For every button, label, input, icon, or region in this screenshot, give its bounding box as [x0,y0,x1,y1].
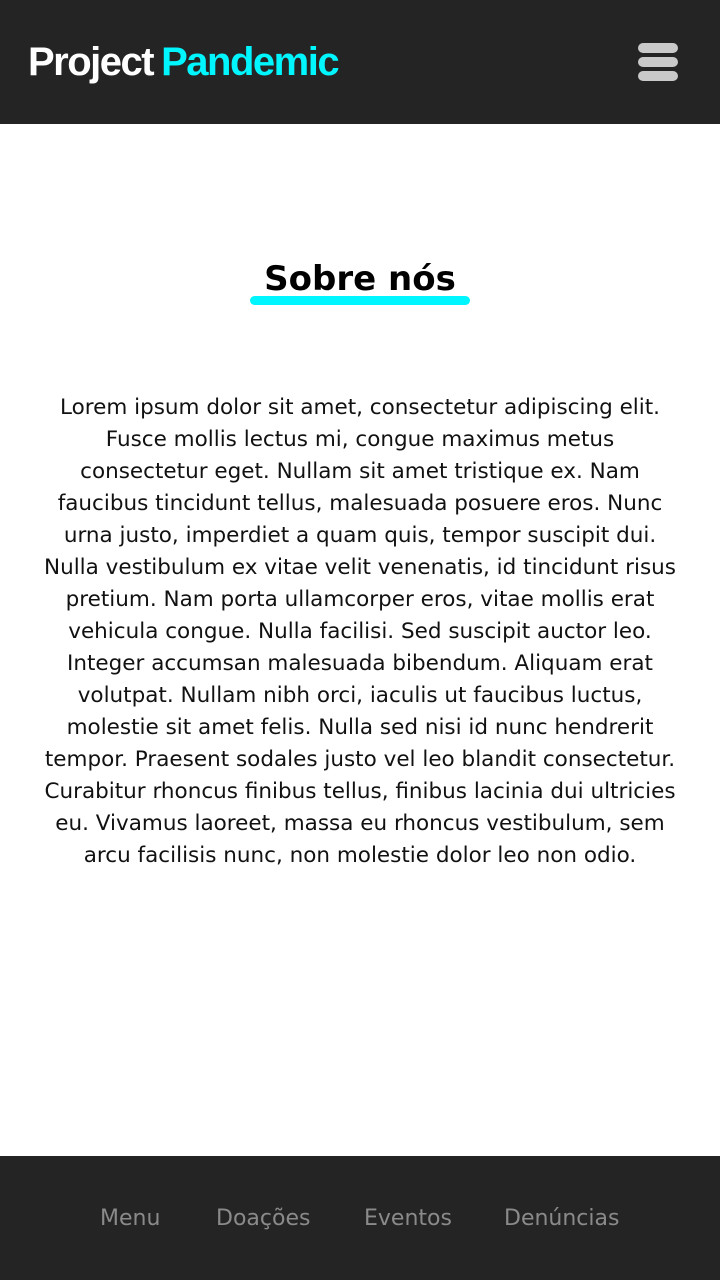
brand-logo[interactable]: Project Pandemic [28,36,340,88]
nav-item-eventos[interactable]: Eventos [364,1202,452,1236]
bottom-nav: Menu Doações Eventos Denúncias [0,1156,720,1280]
menu-icon-bar [638,57,678,67]
page: Project Pandemic Sobre nós Lorem ipsum do… [0,0,720,1280]
menu-icon-bar [638,43,678,53]
brand-first-word: Project [28,40,155,84]
hamburger-menu-icon[interactable] [638,43,678,81]
nav-item-doacoes[interactable]: Doações [216,1202,310,1236]
nav-item-denuncias[interactable]: Denúncias [504,1202,619,1236]
brand-second-word: Pandemic [161,40,339,84]
menu-icon-bar [638,71,678,81]
top-bar: Project Pandemic [0,0,720,124]
title-underline [250,296,470,305]
about-text: Lorem ipsum dolor sit amet, consectetur … [44,395,676,868]
nav-item-menu[interactable]: Menu [100,1202,160,1236]
